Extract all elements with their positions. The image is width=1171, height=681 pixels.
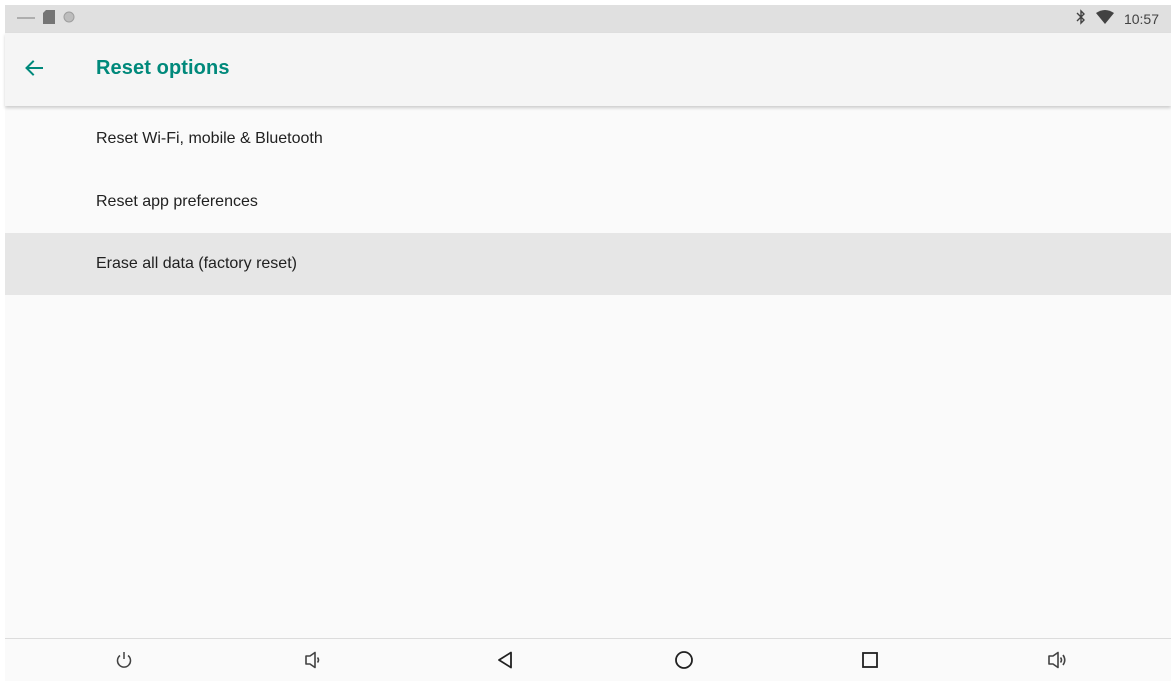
status-bar-left [17, 5, 75, 33]
volume-down-icon [304, 651, 322, 674]
power-button[interactable] [109, 647, 139, 677]
recents-square-icon [862, 651, 878, 673]
status-bar-right: 10:57 [1076, 5, 1159, 33]
volume-up-icon [1047, 651, 1067, 674]
arrow-left-icon [25, 59, 43, 81]
home-circle-icon [674, 650, 694, 675]
app-bar: Reset options [5, 33, 1171, 106]
page-title: Reset options [96, 57, 230, 79]
screen: 10:57 Reset options Reset Wi-Fi, mobile … [5, 5, 1171, 681]
power-icon [115, 651, 133, 674]
list-item-label: Reset Wi-Fi, mobile & Bluetooth [96, 129, 323, 147]
circle-notification-icon [63, 10, 75, 28]
list-item-reset-app-preferences[interactable]: Reset app preferences [5, 171, 1171, 233]
list-item-label: Erase all data (factory reset) [96, 255, 297, 272]
home-button[interactable] [669, 647, 699, 677]
back-nav-button[interactable] [490, 647, 520, 677]
bluetooth-icon [1076, 8, 1086, 30]
list-item-factory-reset[interactable]: Erase all data (factory reset) [5, 233, 1171, 295]
back-button[interactable] [19, 55, 49, 85]
minimize-line-icon [17, 10, 35, 28]
navigation-bar [5, 638, 1171, 681]
list-item-reset-network[interactable]: Reset Wi-Fi, mobile & Bluetooth [5, 106, 1171, 171]
list-item-label: Reset app preferences [96, 193, 258, 210]
reset-options-list: Reset Wi-Fi, mobile & Bluetooth Reset ap… [5, 106, 1171, 295]
volume-up-button[interactable] [1042, 647, 1072, 677]
recents-button[interactable] [855, 647, 885, 677]
volume-down-button[interactable] [298, 647, 328, 677]
back-triangle-icon [497, 651, 513, 674]
sd-card-icon [43, 9, 55, 29]
status-time: 10:57 [1123, 11, 1159, 27]
status-bar: 10:57 [5, 5, 1171, 33]
wifi-icon [1095, 9, 1114, 29]
